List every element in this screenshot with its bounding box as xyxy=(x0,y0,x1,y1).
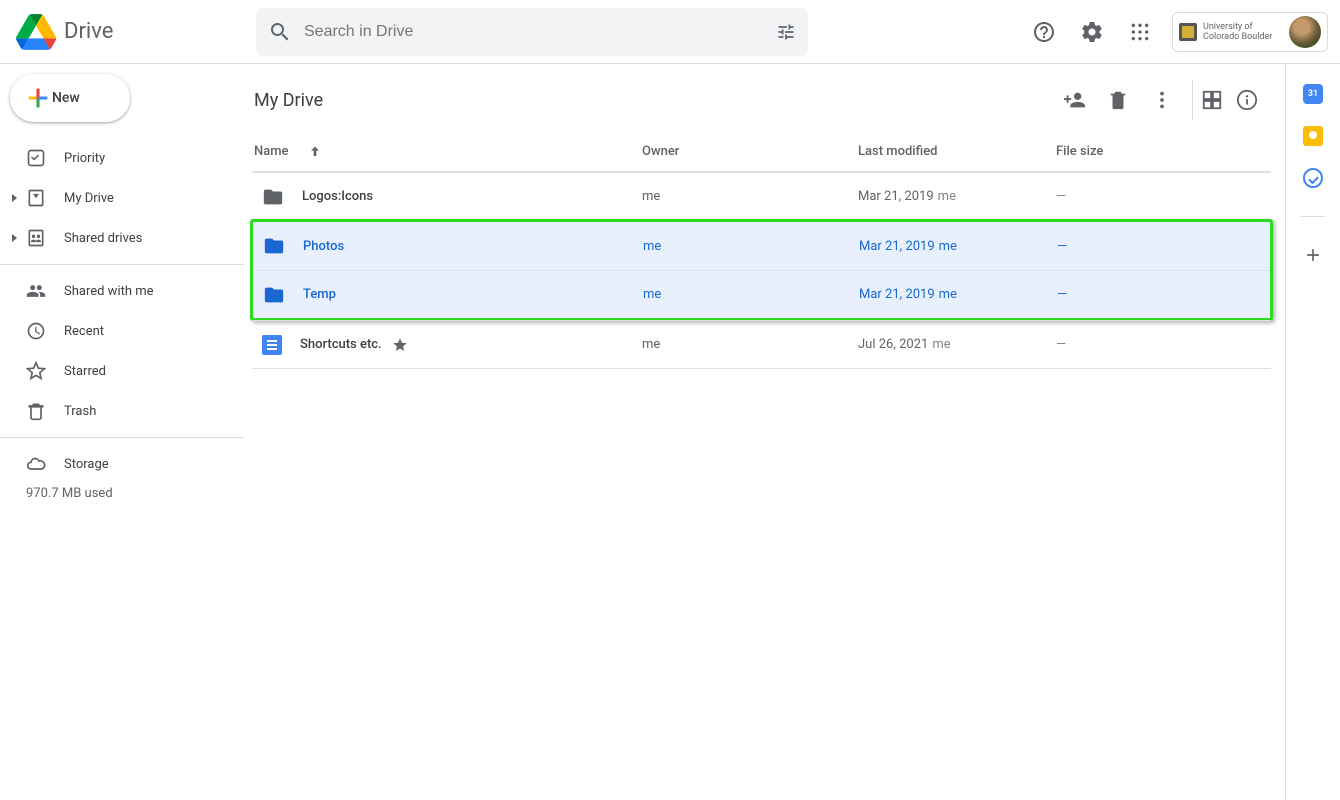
file-size: — xyxy=(1057,239,1270,254)
file-size: — xyxy=(1056,337,1271,352)
sidebar-item-shared-with-me[interactable]: Shared with me xyxy=(0,271,232,311)
view-toggle-button[interactable] xyxy=(1192,80,1223,120)
storage-used: 970.7 MB used xyxy=(0,484,244,501)
cloud-icon xyxy=(26,454,46,474)
help-button[interactable] xyxy=(1024,12,1064,52)
main-content: My Drive Name Owner Last modified File s… xyxy=(244,64,1286,800)
sidebar-item-label: Recent xyxy=(64,324,104,339)
sidebar-item-recent[interactable]: Recent xyxy=(0,311,232,351)
table-row[interactable]: Photos me Mar 21, 2019me — xyxy=(253,222,1270,270)
add-addon-button[interactable] xyxy=(1303,245,1323,265)
table-row[interactable]: Shortcuts etc. me Jul 26, 2021me — xyxy=(252,320,1271,368)
table-row[interactable]: Logos:Icons me Mar 21, 2019me — xyxy=(252,172,1271,220)
col-size[interactable]: File size xyxy=(1056,144,1271,159)
header-actions: University of Colorado Boulder xyxy=(1024,12,1328,52)
org-logo-icon xyxy=(1179,23,1197,41)
table-header: Name Owner Last modified File size xyxy=(252,132,1271,172)
calendar-button[interactable] xyxy=(1303,84,1323,104)
sidebar-item-label: Starred xyxy=(64,364,106,379)
org-name: University of Colorado Boulder xyxy=(1203,22,1283,42)
share-button[interactable] xyxy=(1054,80,1094,120)
search-input[interactable] xyxy=(304,23,728,41)
file-name: Shortcuts etc. xyxy=(300,337,382,352)
col-name[interactable]: Name xyxy=(252,144,642,160)
plus-icon xyxy=(24,84,52,112)
file-modified: Jul 26, 2021me xyxy=(858,337,1056,352)
new-button[interactable]: New xyxy=(10,74,130,122)
new-button-label: New xyxy=(52,90,80,106)
sidebar-item-label: Storage xyxy=(64,457,109,472)
folder-icon xyxy=(263,284,285,306)
sort-arrow-icon xyxy=(307,144,323,160)
details-button[interactable] xyxy=(1227,80,1267,120)
table-row[interactable]: Temp me Mar 21, 2019me — xyxy=(253,270,1270,318)
search-filter-icon[interactable] xyxy=(752,20,776,44)
tune-icon[interactable] xyxy=(776,22,796,42)
drive-logo-icon xyxy=(16,12,56,52)
star-icon xyxy=(392,337,408,353)
tasks-button[interactable] xyxy=(1303,168,1323,188)
file-name: Temp xyxy=(303,287,336,302)
delete-button[interactable] xyxy=(1098,80,1138,120)
col-owner[interactable]: Owner xyxy=(642,144,858,159)
side-panel xyxy=(1286,64,1340,800)
file-modified: Mar 21, 2019me xyxy=(858,189,1056,204)
docs-icon xyxy=(262,335,282,355)
sidebar-item-trash[interactable]: Trash xyxy=(0,391,232,431)
folder-icon xyxy=(263,235,285,257)
folder-icon xyxy=(262,186,284,208)
clock-icon xyxy=(26,321,46,341)
sidebar-item-shared-drives[interactable]: Shared drives xyxy=(0,218,232,258)
file-owner: me xyxy=(642,189,858,204)
divider xyxy=(1301,216,1325,217)
sidebar-item-storage[interactable]: Storage xyxy=(0,444,232,484)
file-table: Name Owner Last modified File size Logos… xyxy=(252,132,1271,369)
sidebar-item-label: Shared with me xyxy=(64,284,154,299)
priority-icon xyxy=(26,148,46,168)
account-chip[interactable]: University of Colorado Boulder xyxy=(1172,12,1328,52)
people-icon xyxy=(26,281,46,301)
file-size: — xyxy=(1056,189,1271,204)
file-name: Photos xyxy=(303,239,344,254)
search-bar[interactable] xyxy=(256,8,808,56)
sidebar-item-priority[interactable]: Priority xyxy=(0,138,232,178)
star-icon xyxy=(26,361,46,381)
sidebar-item-label: Shared drives xyxy=(64,231,142,246)
file-owner: me xyxy=(642,337,858,352)
sidebar-item-my-drive[interactable]: My Drive xyxy=(0,178,232,218)
apps-button[interactable] xyxy=(1120,12,1160,52)
app-header: Drive University of Colorado Boulder xyxy=(0,0,1340,64)
trash-icon xyxy=(26,401,46,421)
logo-area[interactable]: Drive xyxy=(16,12,256,52)
file-owner: me xyxy=(643,287,859,302)
sidebar-item-label: My Drive xyxy=(64,191,114,206)
sidebar-item-label: Priority xyxy=(64,151,105,166)
search-options-icon[interactable] xyxy=(728,20,752,44)
file-size: — xyxy=(1057,287,1270,302)
file-modified: Mar 21, 2019me xyxy=(859,287,1057,302)
sidebar: New Priority My Drive Shared drives Shar… xyxy=(0,64,244,800)
settings-button[interactable] xyxy=(1072,12,1112,52)
more-button[interactable] xyxy=(1142,80,1182,120)
col-modified[interactable]: Last modified xyxy=(858,144,1056,159)
my-drive-icon xyxy=(26,188,46,208)
avatar xyxy=(1289,16,1321,48)
shared-drives-icon xyxy=(26,228,46,248)
file-owner: me xyxy=(643,239,859,254)
sidebar-item-label: Trash xyxy=(64,404,96,419)
search-icon xyxy=(268,20,292,44)
sidebar-item-starred[interactable]: Starred xyxy=(0,351,232,391)
keep-button[interactable] xyxy=(1303,126,1323,146)
file-modified: Mar 21, 2019me xyxy=(859,239,1057,254)
page-title: My Drive xyxy=(254,90,1054,111)
app-name: Drive xyxy=(64,19,113,44)
file-name: Logos:Icons xyxy=(302,189,373,204)
